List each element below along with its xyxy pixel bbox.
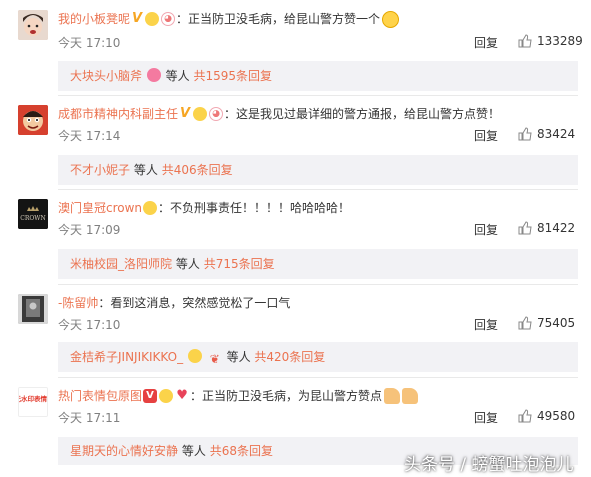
thumbs-up-icon bbox=[518, 409, 532, 423]
comment-line: 澳门皇冠crown ：不负刑事责任！！！！哈哈哈哈！ bbox=[58, 199, 350, 217]
sub-reply-deng: 等人 bbox=[133, 163, 158, 177]
grin-emoji-icon bbox=[382, 10, 400, 28]
reply-button[interactable]: 回复 bbox=[474, 409, 498, 426]
divider bbox=[58, 95, 578, 96]
username-link[interactable]: 成都市精神内科副主任 bbox=[58, 105, 178, 123]
username-link[interactable]: 澳门皇冠crown bbox=[58, 199, 142, 217]
reply-button[interactable]: 回复 bbox=[474, 127, 498, 144]
thumbs-up-emoji-icon bbox=[402, 388, 419, 404]
like-button[interactable]: 75405 bbox=[518, 316, 575, 330]
like-button[interactable]: 133289 bbox=[518, 34, 583, 48]
like-count: 75405 bbox=[537, 316, 576, 330]
comment-line: 成都市精神内科副主任 V ◕ ：这是我见过最详细的警方通报，给昆山警方点赞！ bbox=[58, 105, 500, 123]
like-count: 49580 bbox=[537, 409, 576, 423]
balloon-badge-icon: ❦ bbox=[209, 352, 220, 366]
avatar[interactable] bbox=[18, 105, 48, 135]
fan-badge-icon bbox=[159, 389, 174, 403]
like-count: 133289 bbox=[537, 34, 583, 48]
sub-reply-total[interactable]: 共420条回复 bbox=[254, 350, 325, 364]
avatar[interactable]: 无水印表情包 bbox=[18, 387, 48, 417]
avatar[interactable]: CROWN bbox=[18, 199, 48, 229]
sub-reply-user[interactable]: 米柚校园_洛阳师院 bbox=[70, 257, 172, 271]
like-count: 83424 bbox=[537, 127, 576, 141]
sub-reply-total[interactable]: 共715条回复 bbox=[204, 257, 275, 271]
divider bbox=[58, 284, 578, 285]
fan-badge-icon bbox=[145, 12, 160, 26]
comment-time: 今天 17:10 bbox=[58, 36, 121, 50]
avatar[interactable] bbox=[18, 294, 48, 324]
thumbs-up-icon bbox=[518, 34, 532, 48]
sub-reply-deng: 等人 bbox=[175, 257, 200, 271]
thumbs-up-icon bbox=[518, 316, 532, 330]
heart-icon: ♥ bbox=[176, 388, 188, 403]
avatar-logo-text: 无水印表情包 bbox=[19, 394, 48, 403]
sub-replies[interactable]: 米柚校园_洛阳师院 等人 共715条回复 bbox=[58, 249, 578, 279]
username-link[interactable]: 我的小板凳呢 bbox=[58, 10, 130, 28]
like-button[interactable]: 81422 bbox=[518, 221, 575, 235]
avatar-crown-text: CROWN bbox=[20, 215, 45, 222]
sub-reply-total[interactable]: 共1595条回复 bbox=[194, 69, 273, 83]
donut-badge-icon bbox=[146, 68, 161, 82]
sub-reply-deng: 等人 bbox=[226, 350, 251, 364]
sub-reply-deng: 等人 bbox=[165, 69, 190, 83]
sub-replies[interactable]: 金桔希子JINJIKIKKO_ ❦ 等人 共420条回复 bbox=[58, 342, 578, 372]
watermark: 头条号 / 螃蟹吐泡泡儿 bbox=[404, 455, 574, 475]
divider bbox=[58, 377, 578, 378]
pet-badge-icon: ◕ bbox=[209, 107, 224, 121]
comment-line: 我的小板凳呢 V ◕ ：正当防卫没毛病，给昆山警方赞一个 bbox=[58, 10, 400, 28]
divider bbox=[58, 189, 578, 190]
fan-badge-icon bbox=[193, 107, 208, 121]
comment-line: -陈留帅 ：看到这消息，突然感觉松了一口气 bbox=[58, 294, 290, 312]
reply-button[interactable]: 回复 bbox=[474, 221, 498, 238]
reply-button[interactable]: 回复 bbox=[474, 316, 498, 333]
thumbs-up-icon bbox=[518, 127, 532, 141]
comment-time: 今天 17:11 bbox=[58, 411, 121, 425]
sub-replies[interactable]: 大块头小脑斧 等人 共1595条回复 bbox=[58, 61, 578, 91]
sub-reply-user[interactable]: 金桔希子JINJIKIKKO_ bbox=[70, 350, 183, 364]
like-button[interactable]: 49580 bbox=[518, 409, 575, 423]
avatar[interactable] bbox=[18, 10, 48, 40]
sub-reply-user[interactable]: 大块头小脑斧 bbox=[70, 69, 142, 83]
reply-button[interactable]: 回复 bbox=[474, 34, 498, 51]
fan-badge-icon bbox=[187, 349, 202, 363]
comment-text: ：正当防卫没毛病，为昆山警方赞点 bbox=[190, 389, 383, 403]
comment-time: 今天 17:09 bbox=[58, 223, 121, 237]
comment-line: 热门表情包原图 V ♥ ：正当防卫没毛病，为昆山警方赞点 bbox=[58, 387, 419, 405]
sub-reply-user[interactable]: 星期天的心情好安静 bbox=[70, 444, 178, 458]
sub-reply-deng: 等人 bbox=[181, 444, 206, 458]
like-count: 81422 bbox=[537, 221, 576, 235]
comment-text: ：不负刑事责任！！！！哈哈哈哈！ bbox=[158, 201, 351, 215]
username-link[interactable]: -陈留帅 bbox=[58, 294, 98, 312]
username-link[interactable]: 热门表情包原图 bbox=[58, 387, 142, 405]
verified-v-icon: V bbox=[179, 106, 192, 121]
sub-reply-total[interactable]: 共406条回复 bbox=[162, 163, 233, 177]
sub-reply-total[interactable]: 共68条回复 bbox=[210, 444, 273, 458]
thumbs-up-emoji-icon bbox=[384, 388, 401, 404]
comment-time: 今天 17:10 bbox=[58, 318, 121, 332]
pet-badge-icon: ◕ bbox=[161, 12, 176, 26]
thumbs-up-icon bbox=[518, 221, 532, 235]
sub-replies[interactable]: 不才小妮子 等人 共406条回复 bbox=[58, 155, 578, 185]
sub-reply-user[interactable]: 不才小妮子 bbox=[70, 163, 130, 177]
like-button[interactable]: 83424 bbox=[518, 127, 575, 141]
verified-v-icon: V bbox=[131, 11, 144, 26]
comment-text: ：看到这消息，突然感觉松了一口气 bbox=[98, 296, 291, 310]
comment-text: ：这是我见过最详细的警方通报，给昆山警方点赞！ bbox=[224, 107, 501, 121]
verified-v-icon: V bbox=[143, 389, 158, 403]
comment-text: ：正当防卫没毛病，给昆山警方赞一个 bbox=[176, 12, 381, 26]
comment-time: 今天 17:14 bbox=[58, 129, 121, 143]
fan-badge-icon bbox=[143, 201, 158, 215]
